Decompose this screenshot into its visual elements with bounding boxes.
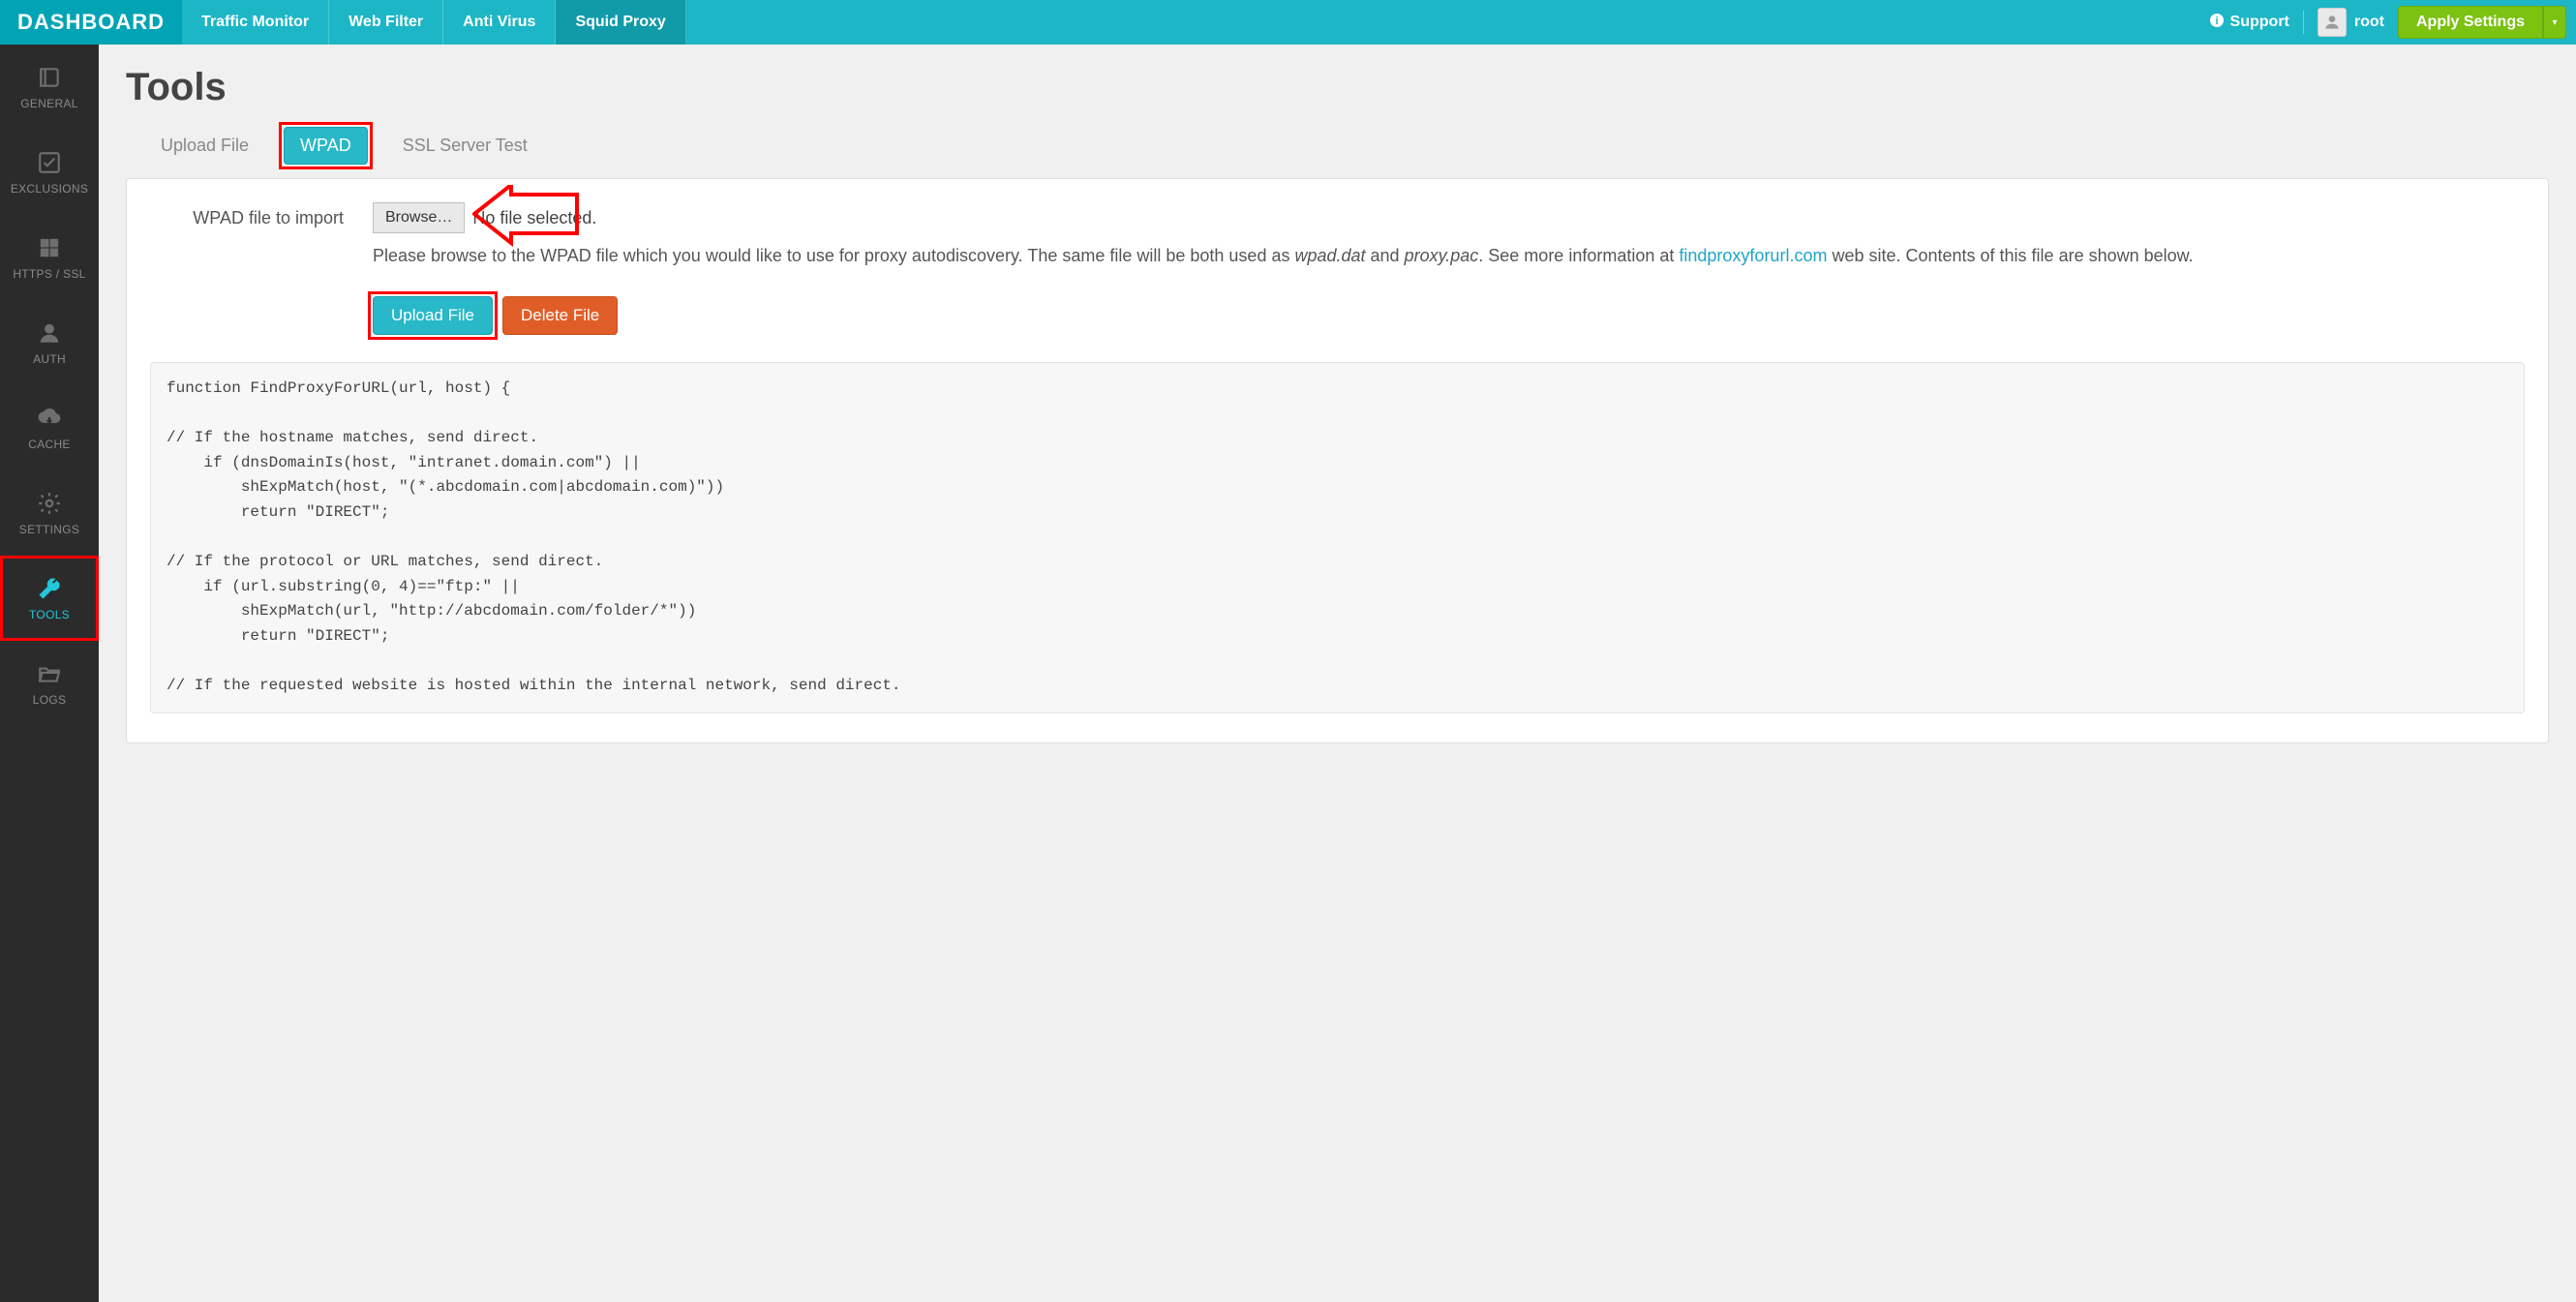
help-text-em: proxy.pac: [1405, 246, 1479, 265]
username: root: [2354, 14, 2384, 31]
panel: WPAD file to import Browse… No file sele…: [126, 178, 2549, 743]
upload-file-button[interactable]: Upload File: [373, 296, 493, 335]
sidebar-item-tools[interactable]: TOOLS: [0, 556, 99, 641]
sidebar-item-label: HTTPS / SSL: [13, 267, 85, 281]
form-label-wpad: WPAD file to import: [150, 202, 344, 343]
header-divider: [2303, 11, 2304, 34]
tab-upload-file[interactable]: Upload File: [145, 128, 264, 164]
sidebar-item-label: CACHE: [28, 438, 71, 451]
button-row: Upload File Delete File: [373, 296, 2525, 335]
nav-traffic-monitor[interactable]: Traffic Monitor: [182, 0, 329, 45]
sidebar-item-auth[interactable]: AUTH: [0, 300, 99, 385]
file-input-row: Browse… No file selected.: [373, 202, 2525, 233]
sidebar-item-label: EXCLUSIONS: [11, 182, 88, 196]
help-text-part: Please browse to the WPAD file which you…: [373, 246, 1294, 265]
sidebar-item-exclusions[interactable]: EXCLUSIONS: [0, 130, 99, 215]
file-status-text: No file selected.: [472, 208, 596, 228]
check-square-icon: [36, 149, 63, 176]
sidebar-item-settings[interactable]: SETTINGS: [0, 470, 99, 556]
info-icon: i: [2209, 13, 2225, 33]
help-text-part: web site. Contents of this file are show…: [1827, 246, 2193, 265]
svg-text:i: i: [2215, 15, 2218, 27]
sidebar-item-label: AUTH: [33, 352, 66, 366]
help-text-part: and: [1366, 246, 1405, 265]
cloud-download-icon: [36, 405, 63, 432]
folder-open-icon: [36, 660, 63, 687]
tabs: Upload File WPAD SSL Server Test: [145, 127, 2549, 165]
sidebar-item-logs[interactable]: LOGS: [0, 641, 99, 726]
help-link[interactable]: findproxyforurl.com: [1679, 246, 1827, 265]
sidebar-item-general[interactable]: GENERAL: [0, 45, 99, 130]
form-row-wpad-file: WPAD file to import Browse… No file sele…: [150, 202, 2525, 343]
nav-web-filter[interactable]: Web Filter: [329, 0, 443, 45]
page-title: Tools: [126, 66, 2549, 109]
apply-settings-dropdown[interactable]: ▾: [2543, 6, 2566, 39]
apply-settings-button[interactable]: Apply Settings: [2398, 6, 2543, 39]
book-icon: [36, 64, 63, 91]
help-text: Please browse to the WPAD file which you…: [373, 243, 2525, 269]
sidebar-item-label: TOOLS: [29, 608, 70, 621]
nav-anti-virus[interactable]: Anti Virus: [443, 0, 556, 45]
support-label: Support: [2230, 14, 2289, 31]
brand-logo[interactable]: DASHBOARD: [0, 0, 182, 45]
sidebar-item-https-ssl[interactable]: HTTPS / SSL: [0, 215, 99, 300]
user-menu[interactable]: root: [2318, 8, 2384, 37]
top-right: i Support root Apply Settings ▾: [2209, 0, 2576, 45]
top-bar: DASHBOARD Traffic Monitor Web Filter Ant…: [0, 0, 2576, 45]
tab-wpad[interactable]: WPAD: [284, 127, 368, 165]
nav-squid-proxy[interactable]: Squid Proxy: [556, 0, 685, 45]
help-text-part: . See more information at: [1478, 246, 1679, 265]
code-preview: function FindProxyForURL(url, host) { //…: [150, 362, 2525, 713]
help-text-em: wpad.dat: [1294, 246, 1365, 265]
delete-file-button[interactable]: Delete File: [502, 296, 618, 335]
sidebar-item-label: GENERAL: [20, 97, 77, 110]
support-link[interactable]: i Support: [2209, 13, 2289, 33]
grid-icon: [36, 234, 63, 261]
apply-settings-group: Apply Settings ▾: [2398, 6, 2566, 39]
wrench-icon: [36, 575, 63, 602]
top-nav: Traffic Monitor Web Filter Anti Virus Sq…: [182, 0, 686, 45]
sidebar-item-label: LOGS: [33, 693, 67, 707]
side-nav: GENERAL EXCLUSIONS HTTPS / SSL AUTH CACH…: [0, 45, 99, 1302]
avatar: [2318, 8, 2347, 37]
sidebar-item-label: SETTINGS: [19, 523, 79, 536]
sidebar-item-cache[interactable]: CACHE: [0, 385, 99, 470]
gear-icon: [36, 490, 63, 517]
form-control-col: Browse… No file selected. Please browse …: [373, 202, 2525, 343]
browse-button[interactable]: Browse…: [373, 202, 465, 233]
tab-ssl-server-test[interactable]: SSL Server Test: [387, 128, 543, 164]
content-area: Tools Upload File WPAD SSL Server Test W…: [99, 45, 2576, 765]
user-icon: [36, 319, 63, 347]
